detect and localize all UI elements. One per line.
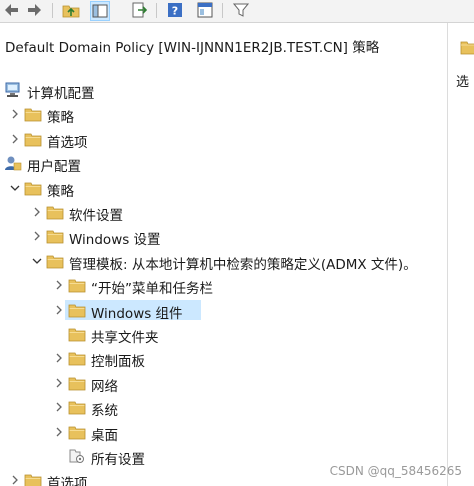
folder-icon xyxy=(24,182,42,195)
tree-item-label: 策略 xyxy=(47,183,74,200)
tree-item[interactable]: 共享文件夹 xyxy=(0,323,447,346)
right-pane-label: 选 xyxy=(456,75,470,90)
computer-icon xyxy=(5,82,20,97)
tree-item-label: 系统 xyxy=(91,403,118,420)
tree-item[interactable]: Windows 组件 xyxy=(0,299,447,322)
chevron-right-icon[interactable] xyxy=(8,103,22,125)
chevron-right-icon[interactable] xyxy=(52,347,66,369)
forward-icon[interactable] xyxy=(26,1,44,19)
tree-item[interactable]: 控制面板 xyxy=(0,347,447,371)
tree-item-label: 共享文件夹 xyxy=(91,330,159,346)
folder-icon xyxy=(68,401,86,415)
tree-item-label: 策略 xyxy=(47,110,74,127)
tree-item-label: 控制面板 xyxy=(91,354,145,371)
toolbar: ? xyxy=(0,0,474,23)
export-list-icon[interactable] xyxy=(130,1,148,19)
chevron-right-icon[interactable] xyxy=(52,396,66,418)
chevron-right-icon[interactable] xyxy=(52,299,66,321)
folder-icon xyxy=(68,304,86,317)
filter-icon[interactable] xyxy=(232,1,250,19)
chevron-right-icon[interactable] xyxy=(30,201,44,223)
folder-icon xyxy=(68,352,86,366)
folder-icon xyxy=(24,474,42,486)
tree-item[interactable]: 桌面 xyxy=(0,421,447,444)
tree-item[interactable]: 计算机配置 xyxy=(0,79,447,102)
folder-icon xyxy=(68,328,86,342)
chevron-right-icon[interactable] xyxy=(8,469,22,486)
tree-title: Default Domain Policy [WIN-IJNNN1ER2JB.T… xyxy=(5,40,380,56)
tree-item-label: 计算机配置 xyxy=(27,86,95,102)
tree-item-label: 用户配置 xyxy=(27,159,81,176)
show-hide-tree-icon[interactable] xyxy=(90,1,110,21)
chevron-right-icon[interactable] xyxy=(52,274,66,296)
tree-item[interactable]: 系统 xyxy=(0,396,447,420)
tree-item[interactable]: 软件设置 xyxy=(0,201,447,224)
tree-item-label: Windows 组件 xyxy=(91,305,183,322)
help-icon[interactable]: ? xyxy=(166,1,184,19)
folder-icon xyxy=(46,255,64,269)
tree-item[interactable]: Windows 设置 xyxy=(0,225,447,249)
folder-icon xyxy=(68,377,86,391)
chevron-right-icon[interactable] xyxy=(52,421,66,443)
folder-icon xyxy=(24,133,42,147)
right-pane: 选 xyxy=(448,23,474,486)
tree-item-label: 网络 xyxy=(91,378,118,395)
tree-item[interactable]: “开始”菜单和任务栏 xyxy=(0,274,447,298)
folder-icon[interactable] xyxy=(460,39,474,55)
tree-item-label: 所有设置 xyxy=(91,452,145,468)
tree-item[interactable]: 策略 xyxy=(0,103,447,127)
tree-item[interactable]: 首选项 xyxy=(0,128,447,151)
tree-item[interactable]: 管理模板: 从本地计算机中检索的策略定义(ADMX 文件)。 xyxy=(0,250,447,273)
toolbar-separator xyxy=(52,3,53,18)
chevron-right-icon[interactable] xyxy=(30,225,44,247)
folder-icon xyxy=(68,279,86,293)
tree-item-label: 软件设置 xyxy=(69,208,123,224)
user-icon xyxy=(5,156,22,171)
settings-list-icon xyxy=(69,449,84,463)
back-icon[interactable] xyxy=(2,1,20,19)
toolbar-separator xyxy=(222,3,223,18)
tree-item-label: “开始”菜单和任务栏 xyxy=(91,281,213,298)
tree-item-label: 桌面 xyxy=(91,427,118,444)
chevron-right-icon[interactable] xyxy=(52,372,66,394)
folder-icon xyxy=(24,108,42,122)
folder-icon xyxy=(46,206,64,220)
tree-item-label: 管理模板: 从本地计算机中检索的策略定义(ADMX 文件)。 xyxy=(69,256,417,273)
tree-item[interactable]: 网络 xyxy=(0,372,447,395)
watermark: CSDN @qq_58456265 xyxy=(329,464,462,478)
folder-icon xyxy=(46,230,64,244)
tree-item-label: Windows 设置 xyxy=(69,232,161,249)
up-folder-icon[interactable] xyxy=(62,1,80,19)
toolbar-separator xyxy=(156,3,157,18)
chevron-right-icon[interactable] xyxy=(8,128,22,150)
svg-text:?: ? xyxy=(172,5,178,18)
tree-item-label: 首选项 xyxy=(47,134,88,151)
tree-item[interactable]: 策略 xyxy=(0,177,447,200)
properties-icon[interactable] xyxy=(196,1,214,19)
chevron-down-icon[interactable] xyxy=(8,177,22,199)
tree-pane: Default Domain Policy [WIN-IJNNN1ER2JB.T… xyxy=(0,23,447,486)
folder-icon xyxy=(68,426,86,439)
chevron-down-icon[interactable] xyxy=(30,250,44,272)
tree-item-label: 首选项 xyxy=(47,476,88,486)
tree-item[interactable]: 用户配置 xyxy=(0,152,447,176)
